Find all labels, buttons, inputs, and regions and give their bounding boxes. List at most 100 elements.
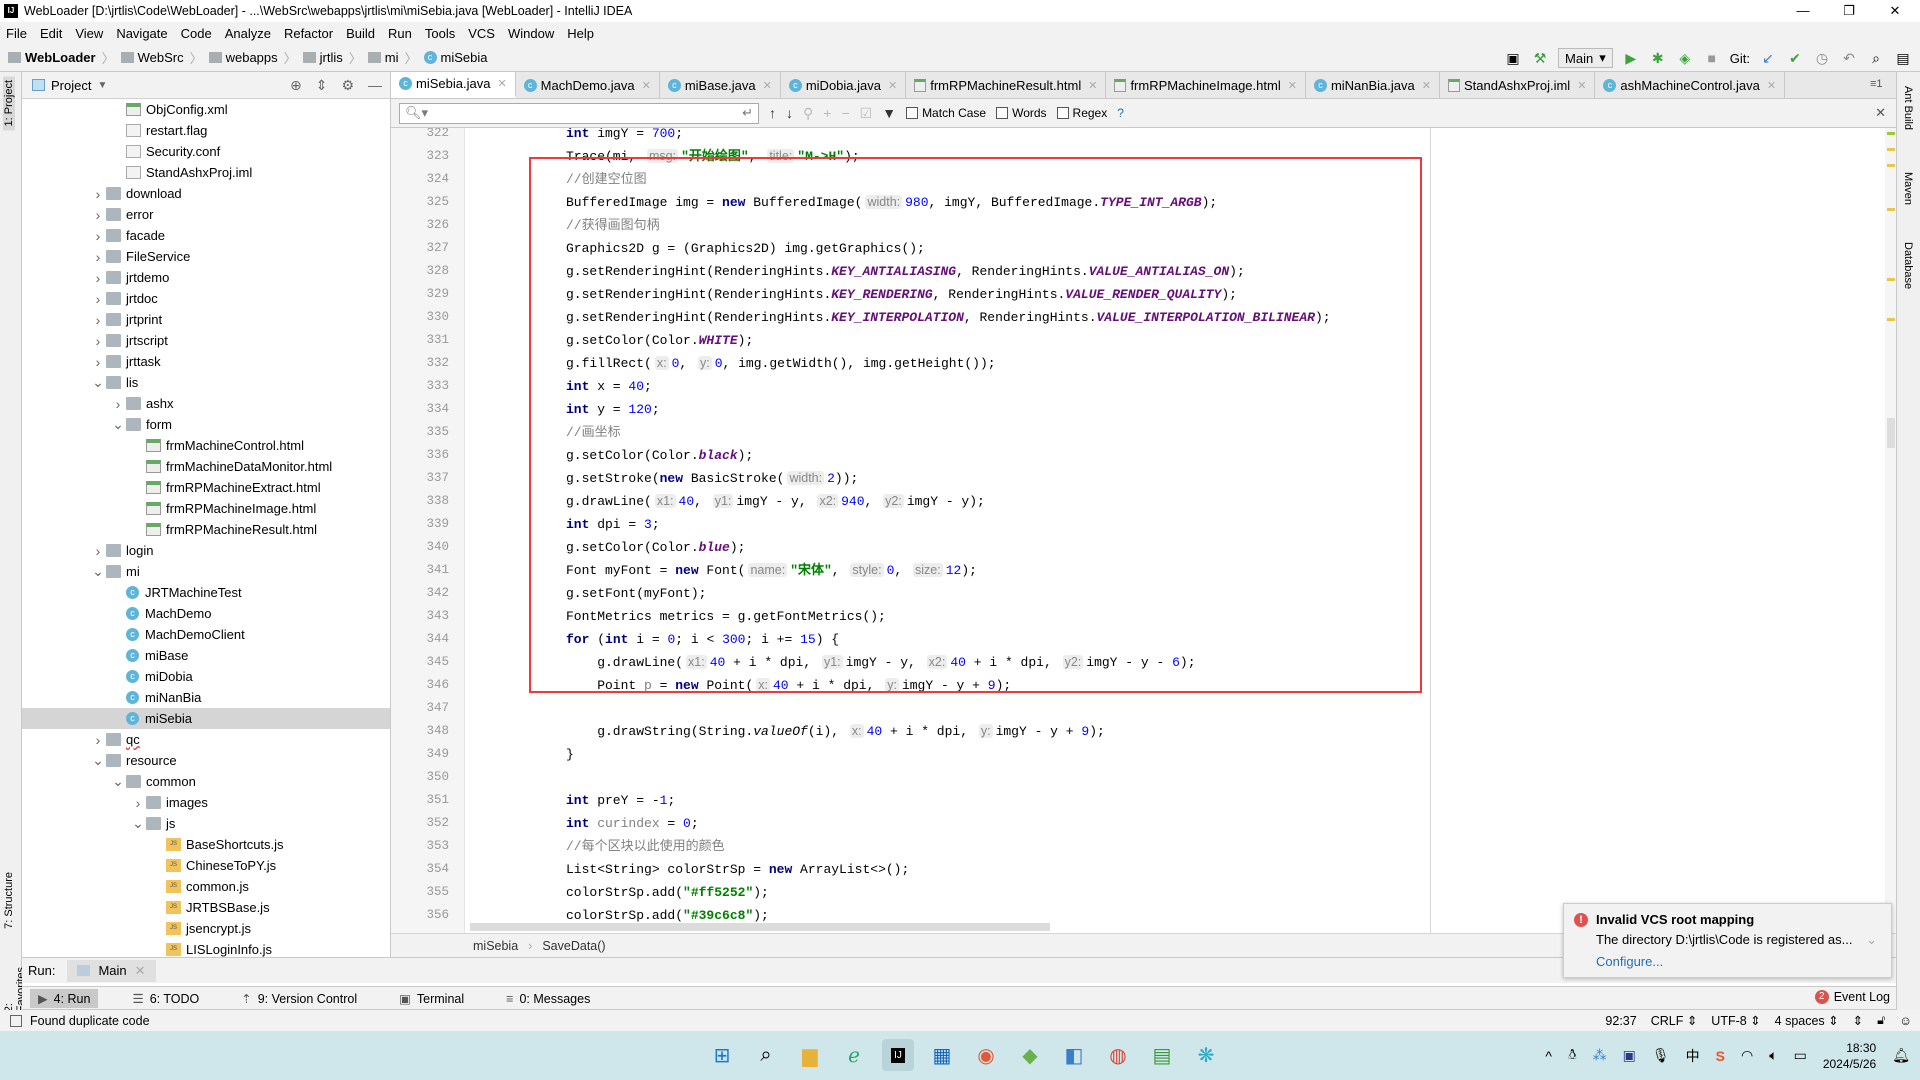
chevron-right-icon[interactable]: › <box>90 207 106 223</box>
tree-item[interactable]: › login <box>22 540 390 561</box>
tree-item[interactable]: JS BaseShortcuts.js <box>22 834 390 855</box>
menu-window[interactable]: Window <box>508 26 554 41</box>
editor-tab[interactable]: c miBase.java ✕ <box>660 72 781 98</box>
caret-position[interactable]: 92:37 <box>1605 1014 1636 1028</box>
lock-icon[interactable]: 🔓︎ <box>1877 1013 1885 1028</box>
tree-item[interactable]: ⌄ mi <box>22 561 390 582</box>
structure-tool-button[interactable]: 7: Structure <box>3 872 15 929</box>
remove-selection-icon[interactable]: − <box>841 105 849 121</box>
encoding-selector[interactable]: UTF-8 ⇕ <box>1711 1013 1760 1028</box>
menu-code[interactable]: Code <box>181 26 212 41</box>
breadcrumb-item[interactable]: c miSebia <box>423 50 487 65</box>
intellij-taskbar-icon[interactable]: IJ <box>882 1039 914 1071</box>
ime-indicator[interactable]: 中 <box>1686 1046 1700 1066</box>
vcs-history-icon[interactable]: ◷ <box>1813 50 1831 67</box>
project-tool-button[interactable]: 1: Project <box>3 76 15 131</box>
event-log-button[interactable]: 2 Event Log <box>1814 990 1890 1004</box>
sogou-ime-icon[interactable]: S <box>1716 1048 1725 1064</box>
words-checkbox[interactable]: Words <box>996 106 1047 120</box>
tree-item[interactable]: frmMachineControl.html <box>22 435 390 456</box>
tree-item[interactable]: c miDobia <box>22 666 390 687</box>
tree-item[interactable]: JS jsencrypt.js <box>22 918 390 939</box>
find-all-icon[interactable]: ⚲ <box>803 105 813 122</box>
expand-chevron-icon[interactable]: ⌄ <box>1866 932 1877 948</box>
regex-help-link[interactable]: ? <box>1117 106 1124 120</box>
minimize-button[interactable]: — <box>1780 0 1826 22</box>
project-view-dropdown[interactable]: Project <box>51 78 91 93</box>
chevron-right-icon[interactable]: › <box>90 249 106 265</box>
git-branch-icon[interactable]: ⇕ <box>1853 1013 1863 1028</box>
match-case-checkbox[interactable]: Match Case <box>906 106 986 120</box>
app-icon[interactable]: ❋ <box>1190 1039 1222 1071</box>
windows-start-icon[interactable]: ⊞ <box>706 1039 738 1071</box>
editor-tab[interactable]: c miDobia.java ✕ <box>781 72 907 98</box>
menu-tools[interactable]: Tools <box>425 26 455 41</box>
close-tab-icon[interactable]: ✕ <box>1767 79 1776 92</box>
battery-icon[interactable]: ▭ <box>1794 1047 1807 1064</box>
tree-item[interactable]: ⌄ form <box>22 414 390 435</box>
close-tab-icon[interactable]: ✕ <box>642 79 651 92</box>
tree-item[interactable]: › error <box>22 204 390 225</box>
editor-tab[interactable]: frmRPMachineImage.html ✕ <box>1106 72 1306 98</box>
tree-item[interactable]: › download <box>22 183 390 204</box>
tree-item[interactable]: c miSebia <box>22 708 390 729</box>
chevron-down-icon[interactable]: ⌄ <box>130 815 146 832</box>
breadcrumb-item[interactable]: WebSrc 〉 <box>120 48 203 67</box>
run-icon[interactable]: ▶ <box>1622 50 1640 67</box>
tree-item[interactable]: frmRPMachineImage.html <box>22 498 390 519</box>
line-separator-selector[interactable]: CRLF ⇕ <box>1651 1013 1698 1028</box>
tool-window-todo[interactable]: ☰ 6: TODO <box>124 989 207 1008</box>
tree-item[interactable]: ObjConfig.xml <box>22 99 390 120</box>
status-toggle-icon[interactable] <box>10 1014 22 1027</box>
editor-tab[interactable]: c ashMachineControl.java ✕ <box>1595 72 1786 98</box>
menu-view[interactable]: View <box>75 26 103 41</box>
close-tab-icon[interactable]: ✕ <box>1288 79 1297 92</box>
tree-item[interactable]: restart.flag <box>22 120 390 141</box>
tool-window-versioncontrol[interactable]: ⇡ 9: Version Control <box>233 989 365 1008</box>
network-app-icon[interactable]: ⁂ <box>1593 1047 1607 1064</box>
chevron-down-icon[interactable]: ⌄ <box>110 416 126 433</box>
vcs-update-icon[interactable]: ↙ <box>1759 50 1777 67</box>
close-find-icon[interactable]: ✕ <box>1875 105 1886 121</box>
qq-icon[interactable]: 🐧︎ <box>1568 1046 1577 1065</box>
run-tab-main[interactable]: Main ✕ <box>67 959 156 982</box>
tree-item[interactable]: › jrttask <box>22 351 390 372</box>
tree-item[interactable]: c JRTMachineTest <box>22 582 390 603</box>
tree-item[interactable]: › FileService <box>22 246 390 267</box>
tree-item[interactable]: Security.conf <box>22 141 390 162</box>
filter-icon[interactable]: ▼ <box>882 105 896 121</box>
find-input[interactable]: 🔍︎▾ ↵ <box>399 102 759 124</box>
tree-item[interactable]: ⌄ lis <box>22 372 390 393</box>
tree-item[interactable]: ⌄ resource <box>22 750 390 771</box>
tree-item[interactable]: JS ChineseToPY.js <box>22 855 390 876</box>
tree-item[interactable]: ⌄ js <box>22 813 390 834</box>
breadcrumb-class[interactable]: miSebia <box>473 939 518 953</box>
vcs-revert-icon[interactable]: ↶ <box>1840 50 1858 67</box>
build-hammer-icon[interactable]: ⚒ <box>1531 50 1549 67</box>
hide-icon[interactable]: — <box>368 77 382 94</box>
chevron-down-icon[interactable]: ⌄ <box>90 374 106 391</box>
editor-tab[interactable]: c MachDemo.java ✕ <box>516 72 660 98</box>
close-tab-icon[interactable]: ✕ <box>1577 79 1586 92</box>
debug-icon[interactable]: ✱ <box>1649 50 1667 67</box>
project-structure-icon[interactable]: ▤ <box>1894 50 1912 67</box>
clock[interactable]: 18:30 2024/5/26 <box>1823 1040 1876 1072</box>
chevron-right-icon[interactable]: › <box>130 795 146 811</box>
configure-link[interactable]: Configure... <box>1596 954 1891 969</box>
tree-item[interactable]: ⌄ common <box>22 771 390 792</box>
tree-item[interactable]: › ashx <box>22 393 390 414</box>
tabs-overflow-button[interactable]: ≡1 <box>1870 78 1883 90</box>
chevron-right-icon[interactable]: › <box>110 396 126 412</box>
menu-analyze[interactable]: Analyze <box>225 26 271 41</box>
inspector-icon[interactable]: ☺ <box>1899 1014 1912 1028</box>
next-occurrence-icon[interactable]: ↓ <box>786 105 793 121</box>
chevron-right-icon[interactable]: › <box>90 354 106 370</box>
app-icon[interactable]: ◆ <box>1014 1039 1046 1071</box>
horizontal-scrollbar[interactable] <box>470 923 1050 931</box>
chevron-right-icon[interactable]: › <box>90 732 106 748</box>
chevron-down-icon[interactable]: ⌄ <box>90 752 106 769</box>
chevron-right-icon[interactable]: › <box>90 291 106 307</box>
tree-item[interactable]: JS JRTBSBase.js <box>22 897 390 918</box>
tree-item[interactable]: › jrtscript <box>22 330 390 351</box>
close-tab-icon[interactable]: ✕ <box>497 77 506 90</box>
